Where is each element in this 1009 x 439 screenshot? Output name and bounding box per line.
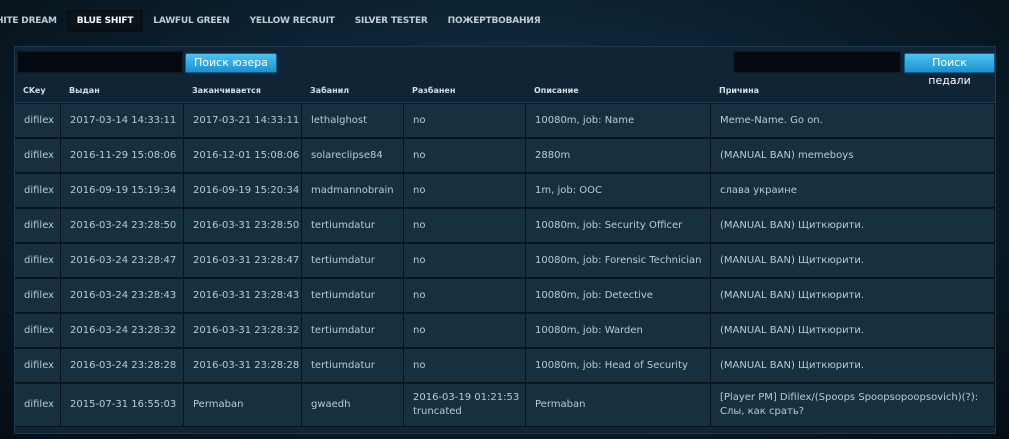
tab-donations[interactable]: ПОЖЕРТВОВАНИЯ [438,10,551,32]
cell-expires: 2016-03-31 23:28:32 [184,313,302,348]
cell-banned-by: tertiumdatur [302,243,404,278]
cell-banned-by: tertiumdatur [302,313,404,348]
cell-description: 2880m [526,138,711,173]
cell-reason: слава украине [711,173,995,208]
cell-banned-by: tertiumdatur [302,348,404,383]
cell-unbanned: no [404,348,526,383]
cell-unbanned: no [404,103,526,138]
cell-unbanned: no [404,243,526,278]
cell-ckey: difilex [15,278,61,313]
cell-ckey: difilex [15,138,61,173]
cell-issued: 2015-07-31 16:55:03 [61,383,184,427]
cell-issued: 2016-03-24 23:28:43 [61,278,184,313]
tab-silver-tester[interactable]: SILVER TESTER [345,10,438,32]
tab-white-dream[interactable]: HITE DREAM [0,10,67,32]
cell-issued: 2016-11-29 15:08:06 [61,138,184,173]
cell-reason: [Player PM] Difilex/(Spoops Spoopsopoops… [711,383,995,427]
col-header-description: Описание [526,78,711,103]
cell-ckey: difilex [15,208,61,243]
table-row: difilex 2016-03-24 23:28:32 2016-03-31 2… [15,313,995,348]
cell-reason: (MANUAL BAN) Щиткюрити. [711,208,995,243]
table-row: difilex 2016-03-24 23:28:47 2016-03-31 2… [15,243,995,278]
cell-issued: 2016-03-24 23:28:50 [61,208,184,243]
cell-expires: 2016-03-31 23:28:47 [184,243,302,278]
cell-unbanned: 2016-03-19 01:21:53 truncated [404,383,526,427]
table-row: difilex 2016-03-24 23:28:43 2016-03-31 2… [15,278,995,313]
ban-panel: Поиск юзера Поиск педали CKey Выдан Зака… [14,46,996,434]
cell-reason: (MANUAL BAN) Щиткюрити. [711,313,995,348]
cell-issued: 2017-03-14 14:33:11 [61,103,184,138]
cell-description: 10080m, job: Security Officer [526,208,711,243]
cell-ckey: difilex [15,383,61,427]
cell-unbanned: no [404,173,526,208]
cell-expires: 2016-09-19 15:20:34 [184,173,302,208]
server-tabs: HITE DREAM BLUE SHIFT LAWFUL GREEN YELLO… [0,0,1009,42]
cell-reason: (MANUAL BAN) Щиткюрити. [711,348,995,383]
cell-banned-by: gwaedh [302,383,404,427]
cell-banned-by: tertiumdatur [302,278,404,313]
cell-expires: 2016-03-31 23:28:50 [184,208,302,243]
col-header-expires: Заканчивается [184,78,302,103]
ban-table: CKey Выдан Заканчивается Забанил Разбане… [15,78,995,427]
tab-yellow-recruit[interactable]: YELLOW RECRUIT [240,10,345,32]
cell-issued: 2016-09-19 15:19:34 [61,173,184,208]
table-row: difilex 2016-09-19 15:19:34 2016-09-19 1… [15,173,995,208]
cell-description: 10080m, job: Head of Security [526,348,711,383]
cell-expires: 2016-03-31 23:28:28 [184,348,302,383]
cell-unbanned: no [404,138,526,173]
cell-issued: 2016-03-24 23:28:47 [61,243,184,278]
table-row: difilex 2017-03-14 14:33:11 2017-03-21 1… [15,103,995,138]
cell-banned-by: madmannobrain [302,173,404,208]
user-search-button[interactable]: Поиск юзера [185,53,277,73]
cell-reason: (MANUAL BAN) memeboys [711,138,995,173]
cell-reason: (MANUAL BAN) Щиткюрити. [711,278,995,313]
cell-description: 10080m, job: Name [526,103,711,138]
col-header-ckey: CKey [15,78,61,103]
cell-issued: 2016-03-24 23:28:28 [61,348,184,383]
table-row: difilex 2015-07-31 16:55:03 Permaban gwa… [15,383,995,427]
cell-ckey: difilex [15,103,61,138]
cell-ckey: difilex [15,348,61,383]
cell-description: 10080m, job: Warden [526,313,711,348]
col-header-banned-by: Забанил [302,78,404,103]
cell-description: 1m, job: OOC [526,173,711,208]
search-row: Поиск юзера Поиск педали [15,47,995,87]
cell-expires: 2016-03-31 23:28:43 [184,278,302,313]
cell-unbanned: no [404,208,526,243]
cell-expires: Permaban [184,383,302,427]
cell-ckey: difilex [15,173,61,208]
cell-expires: 2017-03-21 14:33:11 [184,103,302,138]
table-header-row: CKey Выдан Заканчивается Забанил Разбане… [15,78,995,103]
cell-expires: 2016-12-01 15:08:06 [184,138,302,173]
cell-banned-by: solareclipse84 [302,138,404,173]
tab-blue-shift[interactable]: BLUE SHIFT [66,10,144,32]
cell-description: Permaban [526,383,711,427]
cell-issued: 2016-03-24 23:28:32 [61,313,184,348]
cell-ckey: difilex [15,243,61,278]
cell-reason: (MANUAL BAN) Щиткюрити. [711,243,995,278]
cell-unbanned: no [404,313,526,348]
cell-description: 10080m, job: Forensic Technician [526,243,711,278]
cell-unbanned: no [404,278,526,313]
col-header-issued: Выдан [61,78,184,103]
cell-description: 10080m, job: Detective [526,278,711,313]
cell-banned-by: lethalghost [302,103,404,138]
table-row: difilex 2016-11-29 15:08:06 2016-12-01 1… [15,138,995,173]
table-row: difilex 2016-03-24 23:28:50 2016-03-31 2… [15,208,995,243]
cell-reason: Meme-Name. Go on. [711,103,995,138]
admin-search-button[interactable]: Поиск педали [904,53,995,87]
col-header-reason: Причина [711,78,995,103]
col-header-unbanned: Разбанен [404,78,526,103]
user-search-input[interactable] [17,51,183,73]
cell-ckey: difilex [15,313,61,348]
cell-banned-by: tertiumdatur [302,208,404,243]
admin-search-input[interactable] [733,51,901,73]
table-row: difilex 2016-03-24 23:28:28 2016-03-31 2… [15,348,995,383]
tab-lawful-green[interactable]: LAWFUL GREEN [143,10,239,32]
